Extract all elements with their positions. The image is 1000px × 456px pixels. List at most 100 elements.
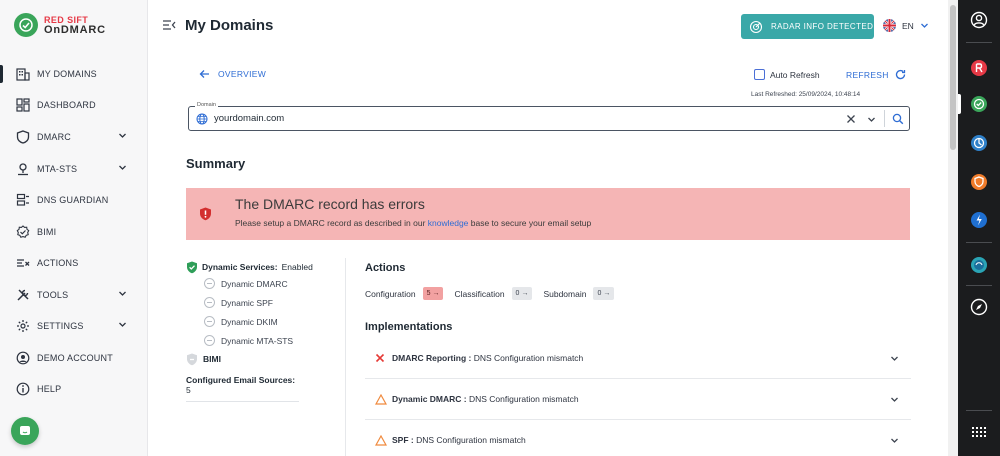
rail-app-radar[interactable] [967,208,991,232]
collapse-menu-icon[interactable] [162,19,176,31]
last-refreshed-timestamp: Last Refreshed: 25/09/2024, 10:48:14 [751,91,861,98]
shield-gray-icon [187,353,197,365]
radar-info-button[interactable]: RADAR INFO DETECTED [741,14,874,39]
sidebar-item-mta-sts[interactable]: MTA-STS [0,155,147,183]
domain-select[interactable]: Domain yourdomain.com [188,102,910,131]
rail-active-indicator [958,94,961,114]
badge-check-icon [15,224,31,240]
user-profile-button[interactable] [967,8,991,32]
sidebar-item-label: SETTINGS [37,321,84,331]
service-item-label: Dynamic SPF [221,297,273,308]
dynamic-services-label: Dynamic Services: [202,262,278,272]
brand-logo[interactable]: RED SIFT OnDMARC [14,13,106,37]
chevron-down-icon[interactable] [890,436,899,445]
rail-separator [966,42,992,43]
vertical-scrollbar[interactable] [948,0,958,456]
sidebar-item-my-domains[interactable]: MY DOMAINS [0,60,147,88]
domain-input[interactable]: yourdomain.com [214,113,284,124]
alert-message-before: Please setup a DMARC record as described… [235,218,428,228]
radar-app-icon [971,212,987,228]
globe-icon [196,113,208,125]
sidebar-item-demo-account[interactable]: DEMO ACCOUNT [0,344,147,372]
implementation-row-dynamic-dmarc[interactable]: Dynamic DMARC : DNS Configuration mismat… [365,379,911,420]
implementation-row-dmarc-reporting[interactable]: DMARC Reporting : DNS Configuration mism… [365,338,911,379]
brand-wordmark: RED SIFT OnDMARC [44,15,106,35]
auto-refresh-checkbox[interactable] [754,69,765,80]
rail-app-grid-button[interactable] [967,420,991,444]
sidebar-item-dns-guardian[interactable]: DNS GUARDIAN [0,186,147,214]
error-shield-icon [200,207,211,221]
gear-icon [15,318,31,334]
sidebar-item-actions[interactable]: ACTIONS [0,249,147,277]
subdomain-count-badge[interactable]: 0 → [593,287,615,300]
service-item-dynamic-spf: Dynamic SPF [204,293,336,312]
warning-triangle-icon [375,393,391,405]
sidebar-item-tools[interactable]: TOOLS [0,281,147,309]
configuration-count-badge[interactable]: 5 → [422,287,444,300]
field-divider [884,110,885,127]
sidebar: RED SIFT OnDMARC MY DOMAINS DASHBOARD DM… [0,0,148,456]
auto-refresh-toggle[interactable]: Auto Refresh [754,69,820,80]
chat-support-button[interactable] [11,417,39,445]
language-selector[interactable]: EN [883,19,929,32]
app-root: RED SIFT OnDMARC MY DOMAINS DASHBOARD DM… [0,0,1000,456]
sidebar-item-label: ACTIONS [37,258,79,268]
sidebar-item-label: BIMI [37,227,57,237]
scrollbar-thumb[interactable] [950,5,956,150]
warning-triangle-icon [375,434,391,446]
actions-title: Actions [365,262,406,274]
overview-link[interactable]: OVERVIEW [199,69,266,79]
rail-explore-button[interactable] [967,295,991,319]
actions-summary: Configuration 5 → Classification 0 → Subdo… [365,287,625,300]
tools-icon [15,287,31,303]
service-item-dynamic-dkim: Dynamic DKIM [204,312,336,331]
implementation-name: DMARC Reporting : [392,353,472,363]
sidebar-item-dashboard[interactable]: DASHBOARD [0,91,147,119]
classification-count-badge[interactable]: 0 → [511,287,533,300]
rail-app-brand-trust[interactable] [967,170,991,194]
bimi-label: BIMI [203,354,221,364]
chevron-down-icon[interactable] [890,395,899,404]
badge-count: 5 [426,290,431,297]
arrow-right-icon: → [432,290,440,297]
close-icon[interactable] [846,114,856,124]
sidebar-item-bimi[interactable]: BIMI [0,218,147,246]
disabled-circle-icon [204,335,215,346]
certificates-app-icon [971,135,987,151]
summary-title: Summary [186,156,246,171]
sidebar-item-settings[interactable]: SETTINGS [0,312,147,340]
rail-app-redsift[interactable] [967,56,991,80]
service-item-label: Dynamic DKIM [221,316,278,327]
implementation-name: SPF : [392,435,414,445]
alert-message: Please setup a DMARC record as described… [235,218,591,228]
alert-title: The DMARC record has errors [235,196,425,212]
sidebar-item-label: HELP [37,384,62,394]
dynamic-services-panel: Dynamic Services: Enabled Dynamic DMARC … [186,260,336,402]
refresh-icon [895,69,905,80]
error-x-icon [375,353,391,363]
badge-count: 0 [597,290,602,297]
configured-email-sources: Configured Email Sources: 5 [186,375,299,402]
knowledge-base-link[interactable]: knowledge [428,218,469,228]
chat-icon [20,426,30,435]
sidebar-item-dmarc[interactable]: DMARC [0,123,147,151]
action-label-classification: Classification [454,288,505,299]
rail-app-asm[interactable] [967,253,991,277]
chevron-down-icon [119,165,126,170]
configured-sources-label: Configured Email Sources: [186,375,296,385]
badge-count: 0 [515,290,520,297]
chevron-down-icon[interactable] [867,115,876,124]
chevron-down-icon[interactable] [890,354,899,363]
chevron-down-icon [119,133,126,138]
rail-app-ondmarc[interactable] [967,92,991,116]
sidebar-item-label: TOOLS [37,290,69,300]
sidebar-item-help[interactable]: HELP [0,375,147,403]
info-icon [15,381,31,397]
implementations-title: Implementations [365,321,453,333]
dynamic-services-status: Enabled [281,262,313,272]
refresh-button[interactable]: REFRESH [846,69,906,80]
rail-app-certificates[interactable] [967,131,991,155]
implementation-detail: DNS Configuration mismatch [413,435,526,445]
implementation-row-spf[interactable]: SPF : DNS Configuration mismatch [365,420,911,456]
search-icon[interactable] [892,113,904,125]
